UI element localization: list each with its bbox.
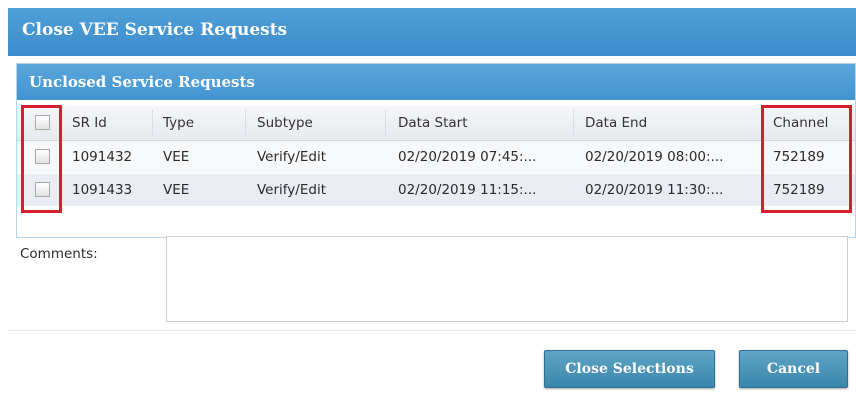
subtype-cell: Verify/Edit (257, 182, 326, 198)
channel-cell: 752189 (773, 182, 825, 198)
table-header: SR Id Type Subtype Data Start Data End C… (17, 106, 855, 141)
column-divider (60, 110, 61, 136)
panel-title: Unclosed Service Requests (29, 73, 255, 91)
dialog-title-bar: Close VEE Service Requests (8, 8, 856, 56)
sr-id-cell: 1091432 (72, 149, 133, 165)
col-header-data-start[interactable]: Data Start (398, 106, 568, 140)
channel-cell: 752189 (773, 149, 825, 165)
column-divider (385, 110, 386, 136)
col-header-channel[interactable]: Channel (773, 106, 853, 140)
table-row[interactable]: 1091432 VEE Verify/Edit 02/20/2019 07:45… (17, 141, 855, 173)
sr-id-cell: 1091433 (72, 182, 133, 198)
comments-label: Comments: (20, 246, 98, 262)
type-cell: VEE (163, 182, 190, 198)
dialog-title: Close VEE Service Requests (22, 20, 288, 40)
col-header-type[interactable]: Type (163, 106, 243, 140)
data-end-cell: 02/20/2019 11:30:... (585, 182, 724, 198)
cancel-button[interactable]: Cancel (739, 350, 848, 388)
column-divider (245, 110, 246, 136)
panel-header: Unclosed Service Requests (17, 64, 855, 100)
column-divider (573, 110, 574, 136)
table-row[interactable]: 1091433 VEE Verify/Edit 02/20/2019 11:15… (17, 174, 855, 206)
footer-divider (8, 330, 856, 331)
column-divider (152, 110, 153, 136)
row-checkbox[interactable] (35, 149, 50, 164)
close-vee-dialog: Close VEE Service Requests Unclosed Serv… (8, 8, 856, 403)
column-divider (761, 110, 762, 136)
subtype-cell: Verify/Edit (257, 149, 326, 165)
select-all-checkbox[interactable] (35, 115, 50, 130)
data-start-cell: 02/20/2019 07:45:... (398, 149, 537, 165)
row-checkbox[interactable] (35, 182, 50, 197)
col-header-sr-id[interactable]: SR Id (72, 106, 152, 140)
col-header-data-end[interactable]: Data End (585, 106, 755, 140)
type-cell: VEE (163, 149, 190, 165)
data-start-cell: 02/20/2019 11:15:... (398, 182, 537, 198)
close-selections-button[interactable]: Close Selections (544, 350, 715, 388)
unclosed-requests-panel: Unclosed Service Requests SR Id Type Sub… (16, 63, 856, 238)
col-header-subtype[interactable]: Subtype (257, 106, 377, 140)
comments-field[interactable] (166, 236, 848, 322)
data-end-cell: 02/20/2019 08:00:... (585, 149, 724, 165)
